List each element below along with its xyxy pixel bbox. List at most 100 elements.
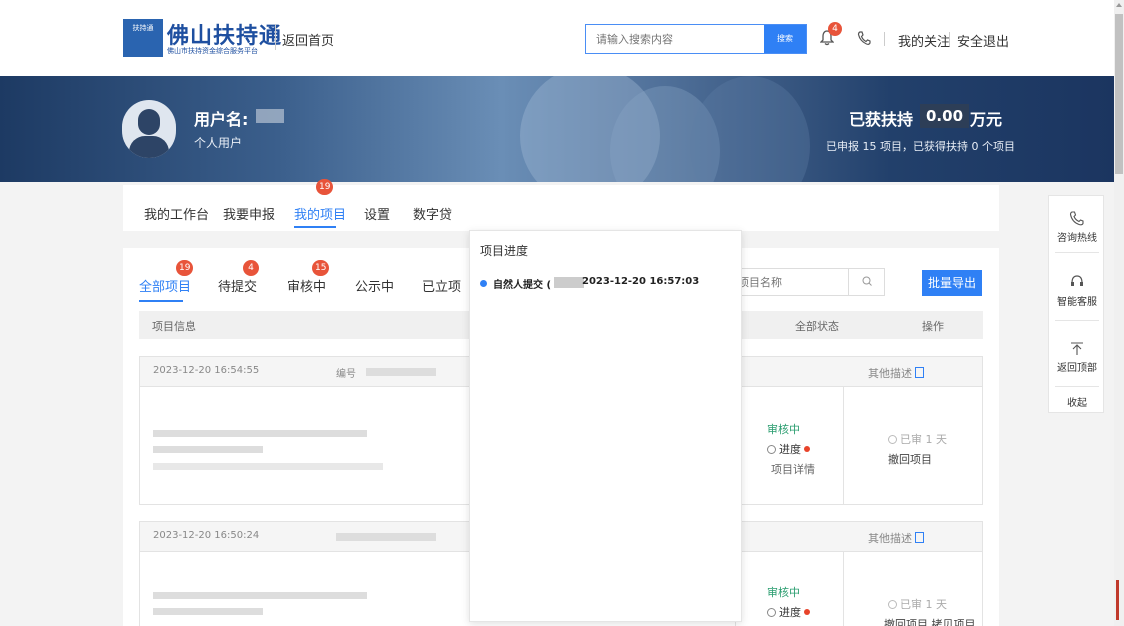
header-separator [949, 32, 950, 46]
home-link[interactable]: 返回首页 [282, 30, 334, 49]
other-description-label: 其他描述 [868, 532, 912, 545]
hotline-button[interactable]: 咨询热线 [1049, 210, 1105, 244]
project-search-input[interactable] [734, 269, 849, 295]
logo-emblem: 扶持通 [123, 19, 163, 57]
other-description-link[interactable]: 其他描述 [868, 530, 924, 546]
subtab-under-review[interactable]: 审核中 [287, 276, 326, 295]
scroll-up-arrow-icon[interactable] [1116, 3, 1122, 7]
logo-divider [275, 24, 276, 50]
subtab-approved[interactable]: 已立项 [422, 276, 461, 295]
other-description-label: 其他描述 [868, 367, 912, 380]
progress-step: 自然人提交 ( [493, 280, 552, 291]
header: 扶持通 佛山扶持通 佛山市扶持资金综合服务平台 返回首页 搜索 4 我的关注 安… [0, 0, 1114, 76]
username-label: 用户名: [194, 110, 249, 129]
alert-dot [804, 609, 810, 615]
search-box: 搜索 [585, 24, 807, 54]
active-tab-indicator [294, 226, 336, 228]
back-to-top-label: 返回顶部 [1057, 363, 1097, 374]
scrollbar-thumb[interactable] [1115, 14, 1123, 174]
other-description-link[interactable]: 其他描述 [868, 365, 924, 381]
column-header-status[interactable]: 全部状态 [795, 318, 839, 334]
collapse-button[interactable]: 收起 [1049, 394, 1105, 409]
search-button[interactable]: 搜索 [764, 25, 806, 53]
clock-icon [888, 435, 897, 444]
subtab-all-projects[interactable]: 全部项目 [139, 276, 191, 295]
project-code-redacted [366, 368, 436, 376]
subtab-pending-submit[interactable]: 待提交 [218, 276, 257, 295]
all-projects-badge: 19 [176, 260, 194, 276]
project-code-redacted [336, 533, 436, 541]
column-separator [843, 552, 844, 626]
tab-apply[interactable]: 我要申报 [223, 204, 275, 223]
hotline-label: 咨询热线 [1057, 233, 1097, 244]
page-scrollbar[interactable] [1114, 0, 1124, 626]
project-name-redacted [153, 592, 367, 599]
top-tabs: 我的工作台 我要申报 我的项目 19 设置 数字贷 [123, 179, 999, 231]
column-header-info: 项目信息 [152, 320, 196, 333]
clock-icon [767, 445, 776, 454]
review-age-label: 已审 1 天 [900, 433, 947, 446]
header-separator [884, 32, 885, 46]
search-icon[interactable] [848, 269, 884, 295]
project-code-label: 编号 [336, 369, 356, 380]
avatar-body [129, 136, 169, 158]
project-date: 2023-12-20 16:50:24 [153, 530, 260, 541]
project-name-redacted [153, 430, 367, 437]
progress-link[interactable]: 进度 [767, 604, 810, 620]
tab-settings[interactable]: 设置 [364, 204, 390, 223]
submitter-redacted [554, 277, 584, 288]
review-age: 已审 1 天 [888, 596, 947, 612]
phone-icon [1069, 211, 1084, 226]
notification-badge: 4 [828, 22, 842, 36]
document-icon [915, 367, 924, 378]
timeline-dot [480, 280, 487, 287]
tab-my-projects[interactable]: 我的项目 [294, 204, 346, 223]
clock-icon [767, 608, 776, 617]
avatar-head [138, 109, 160, 135]
headset-icon [1071, 275, 1083, 286]
side-separator [1055, 386, 1099, 387]
progress-link[interactable]: 进度 [767, 441, 810, 457]
logo-subtitle: 佛山市扶持资金综合服务平台 [167, 47, 258, 55]
progress-label: 进度 [779, 443, 801, 456]
progress-label: 进度 [779, 606, 801, 619]
side-float-panel: 咨询热线 智能客服 返回顶部 收起 [1048, 195, 1104, 413]
column-separator [843, 387, 844, 505]
side-separator [1055, 320, 1099, 321]
search-input[interactable] [586, 25, 766, 53]
progress-step-label: 自然人提交 [493, 280, 543, 291]
withdraw-project-button[interactable]: 撤回项目 [888, 451, 932, 467]
tab-workbench[interactable]: 我的工作台 [144, 204, 209, 223]
username-redacted [256, 109, 284, 123]
status-badge: 审核中 [767, 423, 800, 436]
project-date: 2023-12-20 16:54:55 [153, 365, 260, 376]
my-follow-link[interactable]: 我的关注 [898, 31, 950, 50]
project-detail-link[interactable]: 项目详情 [771, 461, 815, 477]
progress-timestamp: 2023-12-20 16:57:03 [582, 276, 700, 287]
project-search-box [733, 268, 885, 296]
my-projects-badge: 19 [316, 179, 334, 195]
clock-icon [888, 600, 897, 609]
avatar[interactable] [122, 100, 176, 158]
side-separator [1055, 252, 1099, 253]
column-header-action: 操作 [922, 320, 944, 333]
alert-dot [804, 446, 810, 452]
batch-export-button[interactable]: 批量导出 [922, 270, 982, 296]
smart-service-button[interactable]: 智能客服 [1049, 274, 1105, 308]
support-unit: 万元 [970, 110, 1003, 129]
project-name-redacted [153, 608, 263, 615]
user-type: 个人用户 [194, 136, 243, 150]
pending-submit-badge: 4 [243, 260, 259, 276]
logout-link[interactable]: 安全退出 [957, 31, 1009, 50]
back-to-top-button[interactable]: 返回顶部 [1049, 342, 1105, 374]
phone-icon[interactable] [857, 30, 871, 46]
support-title: 已获扶持 [849, 110, 914, 129]
project-summary-redacted [153, 463, 383, 470]
popup-title: 项目进度 [480, 244, 529, 258]
tab-digital-loan[interactable]: 数字贷 [413, 204, 452, 223]
status-badge: 审核中 [767, 586, 800, 599]
subtab-publicity[interactable]: 公示中 [355, 276, 394, 295]
progress-popup: 项目进度 自然人提交 ( 2023-12-20 16:57:03 [469, 230, 742, 622]
project-actions[interactable]: 撤回项目 拷贝项目 [884, 616, 976, 626]
site-logo[interactable]: 扶持通 佛山扶持通 佛山市扶持资金综合服务平台 [123, 16, 281, 60]
